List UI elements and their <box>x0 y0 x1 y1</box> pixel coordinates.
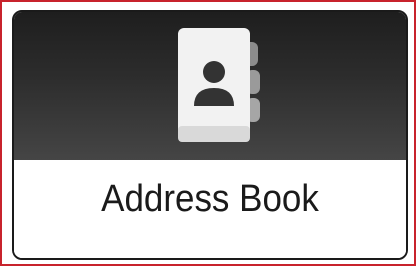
address-book-button[interactable]: Address Book <box>12 10 408 260</box>
address-book-icon <box>178 28 260 142</box>
label-area: Address Book <box>14 160 406 258</box>
tile-label: Address Book <box>101 178 319 220</box>
selection-frame: Address Book <box>0 0 416 266</box>
icon-area <box>14 12 406 160</box>
